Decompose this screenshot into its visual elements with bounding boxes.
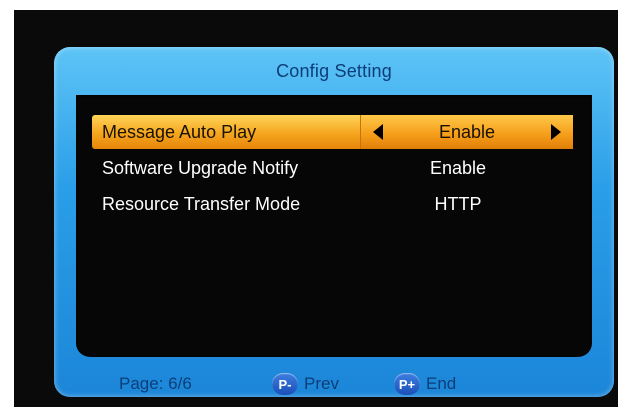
p-plus-key-icon: P+ <box>394 373 420 395</box>
setting-label: Software Upgrade Notify <box>102 157 299 178</box>
setting-row-software-upgrade-notify[interactable]: Software Upgrade Notify Enable <box>92 151 572 185</box>
setting-value: HTTP <box>434 193 482 214</box>
setting-value: Enable <box>429 157 487 178</box>
footer-bar: Page: 6/6 P- Prev P+ End <box>54 371 614 397</box>
end-page-button[interactable]: P+ End <box>394 373 456 395</box>
p-minus-key-icon: P- <box>272 373 298 395</box>
right-arrow-icon[interactable] <box>551 124 561 140</box>
prev-label: Prev <box>304 374 339 393</box>
page-indicator: Page: 6/6 <box>119 374 192 393</box>
dialog-title: Config Setting <box>276 60 392 81</box>
left-arrow-icon[interactable] <box>373 124 383 140</box>
config-dialog: Config Setting Message Auto Play Enable … <box>54 47 614 397</box>
setting-value-selector[interactable]: Enable <box>360 115 573 149</box>
title-bar: Config Setting <box>54 47 614 95</box>
setting-label: Message Auto Play <box>102 121 257 142</box>
prev-page-button[interactable]: P- Prev <box>272 373 339 395</box>
setting-row-message-auto-play[interactable]: Message Auto Play Enable <box>92 115 573 149</box>
setting-label: Resource Transfer Mode <box>102 193 301 214</box>
tv-screen: Config Setting Message Auto Play Enable … <box>14 10 618 407</box>
settings-panel: Message Auto Play Enable Software Upgrad… <box>76 95 592 357</box>
end-label: End <box>426 374 457 393</box>
setting-row-resource-transfer-mode[interactable]: Resource Transfer Mode HTTP <box>92 187 572 221</box>
setting-value: Enable <box>438 121 496 142</box>
